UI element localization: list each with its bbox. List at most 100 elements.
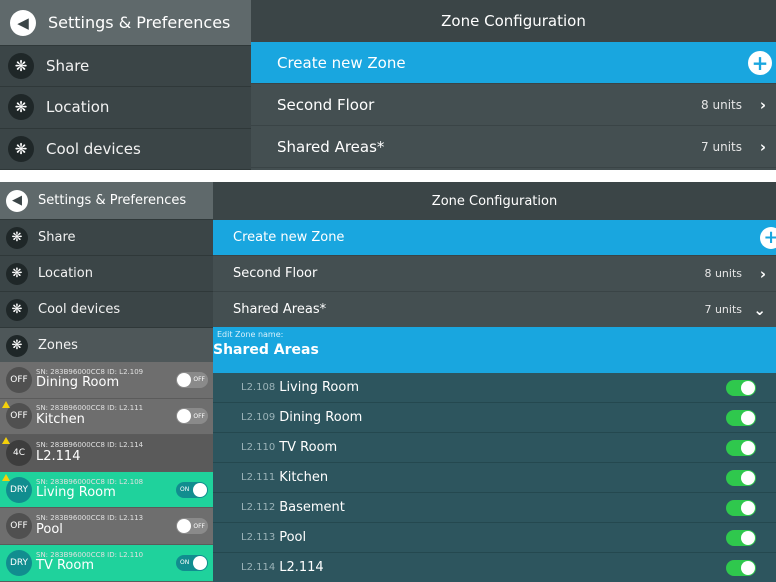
- sidebar-header-label: Settings & Preferences: [48, 13, 231, 32]
- sidebar-item-zones[interactable]: ❋ Zones: [0, 328, 213, 364]
- unit-name: Kitchen: [279, 470, 329, 485]
- back-arrow-icon: ◀: [10, 9, 36, 36]
- zone-row-second-floor[interactable]: Second Floor 8 units ›: [251, 84, 776, 126]
- zone-row-second-floor[interactable]: Second Floor 8 units ›: [213, 256, 776, 292]
- device-l2-114[interactable]: 4C SN: 283B96000CC8 ID: L2.114 L2.114: [0, 435, 213, 472]
- zone-name: Second Floor: [233, 266, 318, 281]
- sidebar-item-cool-devices[interactable]: ❋ Cool devices: [0, 292, 213, 328]
- fan-icon: ❋: [6, 262, 28, 285]
- zone-name: Shared Areas*: [277, 137, 385, 156]
- list-item: L2.113 Pool: [213, 523, 776, 553]
- zone-row-shared-areas[interactable]: Shared Areas* 7 units ⌄: [213, 292, 776, 328]
- unit-code: L2.113: [241, 532, 276, 543]
- toggle-label: OFF: [193, 376, 205, 384]
- toggle-label: OFF: [193, 412, 205, 420]
- sidebar-item-location[interactable]: ❋ Location: [0, 87, 251, 129]
- chevron-right-icon: ›: [759, 264, 766, 283]
- unit-name: L2.114: [279, 560, 324, 575]
- page-title: Zone Configuration: [251, 0, 776, 42]
- fan-icon: ❋: [8, 94, 34, 121]
- device-pool[interactable]: OFF SN: 283B96000CC8 ID: L2.113 Pool OFF: [0, 508, 213, 545]
- zone-units: 7 units: [704, 303, 742, 316]
- sidebar-item-location[interactable]: ❋ Location: [0, 256, 213, 292]
- back-button[interactable]: ◀ Settings & Preferences: [0, 0, 251, 46]
- fan-icon: ❋: [8, 53, 34, 80]
- device-living-room[interactable]: DRY SN: 283B96000CC8 ID: L2.108 Living R…: [0, 471, 213, 509]
- bottom-settings-panel: ◀ Settings & Preferences ❋ Share ❋ Locat…: [0, 182, 776, 582]
- device-power-toggle[interactable]: ON: [176, 481, 208, 498]
- plus-icon[interactable]: +: [748, 50, 772, 75]
- zone-configuration-main: Zone Configuration Create new Zone + Sec…: [213, 182, 776, 582]
- create-zone-button[interactable]: Create new Zone +: [213, 220, 776, 256]
- zone-name-field-label: Edit Zone name:: [217, 330, 284, 339]
- device-power-toggle[interactable]: OFF: [176, 518, 208, 535]
- sidebar-item-share[interactable]: ❋ Share: [0, 220, 213, 256]
- device-kitchen[interactable]: OFF SN: 283B96000CC8 ID: L2.111 Kitchen …: [0, 398, 213, 436]
- device-name: Pool: [36, 521, 63, 537]
- chevron-down-icon: ⌄: [753, 300, 766, 319]
- unit-code: L2.109: [241, 412, 276, 423]
- zone-row-shared-areas[interactable]: Shared Areas* 7 units ›: [251, 126, 776, 168]
- device-name: L2.114: [36, 448, 81, 464]
- device-mode-badge: OFF: [6, 366, 32, 393]
- device-power-toggle[interactable]: ON: [176, 554, 208, 571]
- device-power-toggle[interactable]: OFF: [176, 371, 208, 388]
- unit-name: Basement: [279, 500, 345, 515]
- plus-icon[interactable]: +: [760, 226, 776, 249]
- unit-code: L2.110: [241, 442, 276, 453]
- sidebar-item-label: Cool devices: [46, 139, 141, 158]
- zone-units: 7 units: [701, 139, 742, 154]
- toggle-label: ON: [180, 559, 190, 567]
- unit-code: L2.112: [241, 502, 276, 513]
- unit-toggle[interactable]: [726, 499, 756, 516]
- unit-toggle[interactable]: [726, 469, 756, 486]
- warning-icon: [2, 400, 10, 408]
- list-item: L2.109 Dining Room: [213, 403, 776, 433]
- sidebar: ◀ Settings & Preferences ❋ Share ❋ Locat…: [0, 0, 251, 170]
- zone-name-field[interactable]: Edit Zone name: Shared Areas: [213, 327, 776, 373]
- device-mode-badge: DRY: [6, 549, 32, 576]
- chevron-right-icon: ›: [759, 95, 766, 114]
- unit-toggle[interactable]: [726, 559, 756, 576]
- top-settings-panel: ◀ Settings & Preferences ❋ Share ❋ Locat…: [0, 0, 776, 170]
- unit-toggle[interactable]: [726, 379, 756, 396]
- zone-name: Second Floor: [277, 95, 375, 114]
- unit-toggle[interactable]: [726, 409, 756, 426]
- create-zone-button[interactable]: Create new Zone +: [251, 42, 776, 84]
- toggle-label: ON: [180, 486, 190, 494]
- sidebar-item-cool-devices[interactable]: ❋ Cool devices: [0, 129, 251, 170]
- warning-icon: [2, 473, 10, 481]
- list-item: L2.112 Basement: [213, 493, 776, 523]
- sidebar-item-label: Zones: [38, 338, 78, 353]
- sidebar-header-label: Settings & Preferences: [38, 193, 187, 208]
- device-name: Living Room: [36, 485, 116, 501]
- back-button[interactable]: ◀ Settings & Preferences: [0, 182, 213, 220]
- device-list: OFF SN: 283B96000CC8 ID: L2.109 Dining R…: [0, 362, 213, 582]
- chevron-right-icon: ›: [759, 137, 766, 156]
- list-item: L2.108 Living Room: [213, 373, 776, 403]
- device-power-toggle[interactable]: OFF: [176, 408, 208, 425]
- sidebar-item-label: Location: [38, 266, 93, 281]
- device-mode-badge: OFF: [6, 513, 32, 540]
- unit-name: Pool: [279, 530, 307, 545]
- zone-configuration-main: Zone Configuration Create new Zone + Sec…: [251, 0, 776, 170]
- fan-icon: ❋: [6, 226, 28, 249]
- device-name: Dining Room: [36, 375, 120, 391]
- back-arrow-icon: ◀: [6, 189, 28, 212]
- list-item: L2.111 Kitchen: [213, 463, 776, 493]
- zone-name-input[interactable]: Shared Areas: [213, 342, 319, 358]
- unit-name: Dining Room: [279, 410, 363, 425]
- unit-code: L2.108: [241, 382, 276, 393]
- warning-icon: [2, 437, 10, 445]
- zone-units: 8 units: [701, 97, 742, 112]
- sidebar-item-label: Location: [46, 98, 110, 117]
- zone-unit-list: L2.108 Living Room L2.109 Dining Room L2…: [213, 373, 776, 582]
- sidebar-item-label: Share: [38, 230, 76, 245]
- device-dining-room[interactable]: OFF SN: 283B96000CC8 ID: L2.109 Dining R…: [0, 362, 213, 399]
- unit-toggle[interactable]: [726, 529, 756, 546]
- device-tv-room[interactable]: DRY SN: 283B96000CC8 ID: L2.110 TV Room …: [0, 544, 213, 582]
- list-item: L2.114 L2.114: [213, 553, 776, 582]
- unit-toggle[interactable]: [726, 439, 756, 456]
- unit-code: L2.114: [241, 562, 276, 573]
- sidebar-item-share[interactable]: ❋ Share: [0, 46, 251, 88]
